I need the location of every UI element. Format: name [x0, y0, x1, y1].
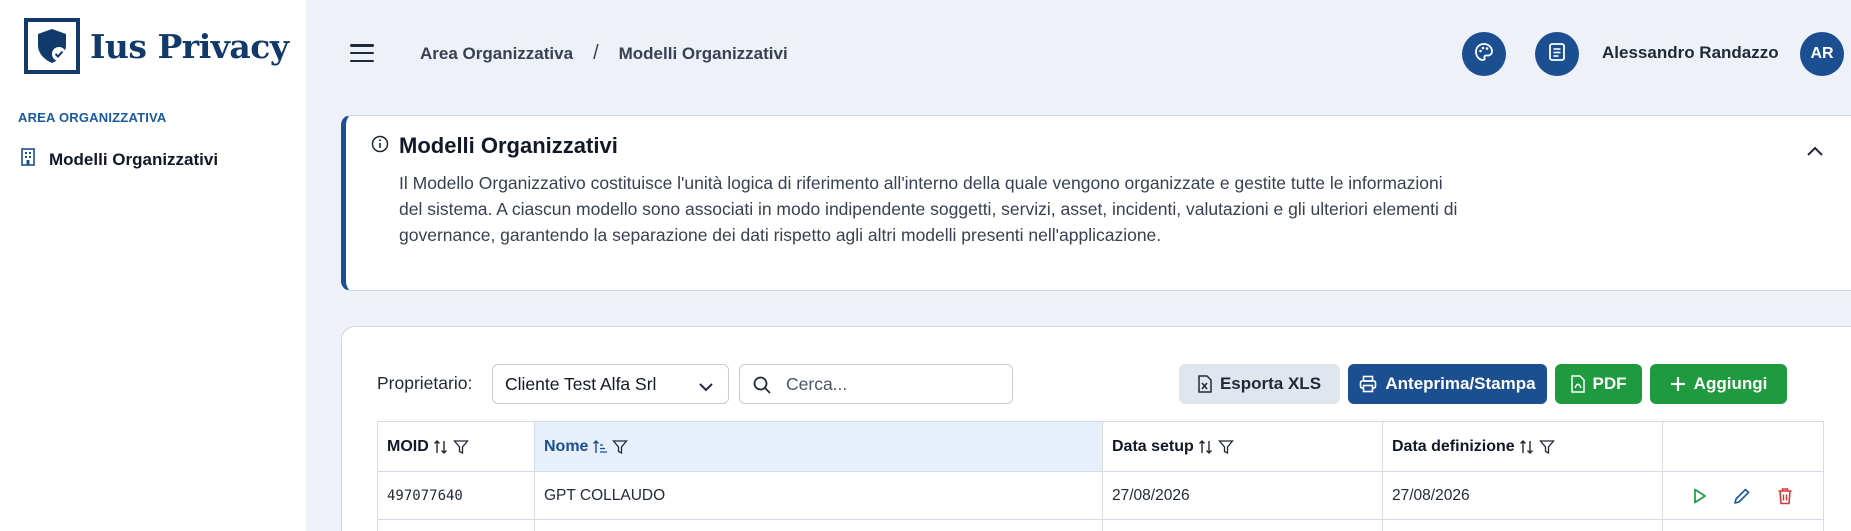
breadcrumb-item-area[interactable]: Area Organizzativa [420, 44, 573, 64]
file-pdf-icon [1570, 375, 1585, 393]
info-icon [371, 135, 389, 158]
search-input[interactable] [786, 373, 996, 395]
models-table: MOID Nome Data setup Data definizione 49… [377, 421, 1824, 531]
avatar[interactable]: AR [1800, 32, 1844, 76]
user-name[interactable]: Alessandro Randazzo [1602, 43, 1779, 63]
filter-icon [1538, 439, 1555, 454]
breadcrumb-item-current: Modelli Organizzativi [618, 43, 788, 63]
add-button[interactable]: Aggiungi [1650, 364, 1787, 404]
table-header-row: MOID Nome Data setup Data definizione [377, 421, 1824, 472]
app-logo[interactable]: Ius Privacy [24, 18, 289, 74]
document-button[interactable] [1535, 32, 1579, 76]
sort-icon [1519, 439, 1533, 454]
sidebar: Ius Privacy AREA ORGANIZZATIVA Modelli O… [0, 0, 306, 531]
pdf-button[interactable]: PDF [1555, 364, 1642, 404]
export-xls-label: Esporta XLS [1219, 374, 1322, 393]
filter-icon [452, 439, 469, 454]
column-header-data-setup[interactable]: Data setup [1102, 421, 1383, 472]
export-xls-button[interactable]: Esporta XLS [1179, 364, 1340, 404]
breadcrumb: Area Organizzativa / Modelli Organizzati… [420, 42, 788, 65]
filter-icon [612, 439, 629, 454]
palette-icon [1474, 42, 1494, 67]
document-list-icon [1548, 42, 1566, 67]
info-panel: Modelli Organizzativi Il Modello Organiz… [341, 115, 1851, 291]
column-header-moid[interactable]: MOID [377, 421, 535, 472]
shield-check-icon [24, 18, 80, 74]
add-label: Aggiungi [1693, 374, 1768, 393]
cell-nome: GPT COLLAUDO [534, 471, 1103, 520]
table-row[interactable]: 497077640 GPT COLLAUDO 27/08/2026 27/08/… [377, 471, 1824, 520]
cell-data-definizione: 27/08/2026 [1382, 471, 1663, 520]
owner-select[interactable]: Cliente Test Alfa Srl [492, 364, 729, 404]
pdf-label: PDF [1592, 374, 1627, 393]
cell-moid: 497077640 [377, 471, 535, 520]
plus-icon [1670, 376, 1686, 392]
print-preview-button[interactable]: Anteprima/Stampa [1348, 364, 1547, 404]
file-excel-icon [1198, 375, 1212, 393]
models-card: Proprietario: Cliente Test Alfa Srl Espo… [341, 326, 1851, 531]
search-field[interactable] [739, 364, 1013, 404]
column-header-nome[interactable]: Nome [534, 421, 1103, 472]
search-icon [752, 375, 772, 400]
trash-icon[interactable] [1777, 487, 1793, 505]
sidebar-section-title: AREA ORGANIZZATIVA [18, 110, 167, 125]
print-preview-label: Anteprima/Stampa [1385, 374, 1536, 393]
play-icon[interactable] [1693, 488, 1707, 504]
owner-select-value: Cliente Test Alfa Srl [505, 373, 657, 394]
sidebar-item-label: Modelli Organizzativi [49, 149, 219, 169]
chevron-down-icon [698, 377, 714, 398]
menu-toggle-icon[interactable] [350, 44, 374, 62]
filter-icon [1217, 439, 1234, 454]
page-description: Il Modello Organizzativo costituisce l'u… [399, 173, 1458, 245]
owner-label: Proprietario: [377, 373, 473, 393]
palette-button[interactable] [1462, 32, 1506, 76]
cell-data-setup: 27/08/2026 [1102, 471, 1383, 520]
table-row[interactable] [377, 519, 1824, 531]
printer-icon [1359, 375, 1377, 393]
chevron-up-icon[interactable] [1806, 144, 1824, 162]
cell-actions [1662, 471, 1824, 520]
edit-icon[interactable] [1733, 487, 1751, 505]
breadcrumb-separator: / [593, 42, 599, 64]
sort-icon [433, 439, 447, 454]
building-icon [20, 148, 36, 171]
column-header-actions [1662, 421, 1824, 472]
column-header-data-definizione[interactable]: Data definizione [1382, 421, 1663, 472]
sidebar-item-modelli-organizzativi[interactable]: Modelli Organizzativi [20, 148, 218, 171]
app-name: Ius Privacy [90, 26, 289, 66]
page-title: Modelli Organizzativi [399, 133, 618, 158]
sort-icon [1198, 439, 1212, 454]
sort-ascending-icon [593, 439, 608, 453]
